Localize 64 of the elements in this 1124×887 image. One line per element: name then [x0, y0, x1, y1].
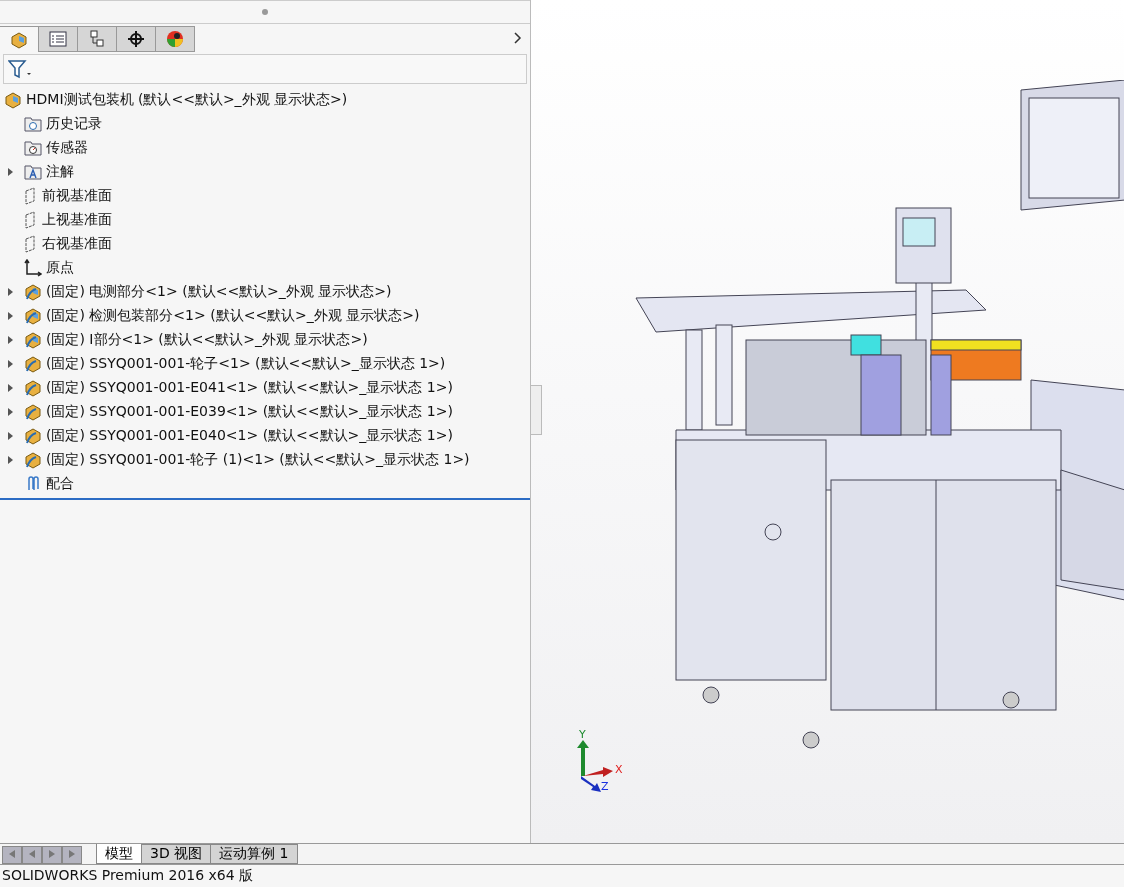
hierarchy-icon: [88, 30, 106, 48]
tree-item-label[interactable]: 上视基准面: [42, 211, 112, 229]
expand-arrow-icon[interactable]: [8, 408, 14, 416]
plane-icon: [24, 187, 38, 205]
expand-arrow-icon[interactable]: [8, 360, 14, 368]
tree-item-label[interactable]: (固定) 电测部分<1> (默认<<默认>_外观 显示状态>): [46, 283, 392, 301]
tree-item-label[interactable]: (固定) I部分<1> (默认<<默认>_外观 显示状态>): [46, 331, 368, 349]
tree-item-label[interactable]: (固定) 检测包装部分<1> (默认<<默认>_外观 显示状态>): [46, 307, 420, 325]
list-icon: [49, 30, 67, 48]
tree-item-label[interactable]: (固定) SSYQ001-001-E041<1> (默认<<默认>_显示状态 1>): [46, 379, 453, 397]
triangle-icon: [68, 850, 76, 858]
part-icon: [24, 427, 42, 445]
filter-field[interactable]: [3, 54, 527, 84]
expand-arrow-icon[interactable]: [8, 384, 14, 392]
expand-arrow-icon[interactable]: [8, 336, 14, 344]
tree-item-label[interactable]: (固定) SSYQ001-001-轮子<1> (默认<<默认>_显示状态 1>): [46, 355, 446, 373]
triangle-icon: [28, 850, 36, 858]
panel-collapse-handle[interactable]: [531, 385, 542, 435]
part-icon: [24, 403, 42, 421]
tree-item-label[interactable]: 注解: [46, 163, 74, 181]
tree-item-label[interactable]: 配合: [46, 475, 74, 493]
folder-letter-icon: [24, 163, 42, 181]
status-text: SOLIDWORKS Premium 2016 x64 版: [2, 867, 254, 885]
tree-item-label[interactable]: (固定) SSYQ001-001-E039<1> (默认<<默认>_显示状态 1>): [46, 403, 453, 421]
splitter-handle[interactable]: [262, 9, 268, 15]
tree-item-label[interactable]: 原点: [46, 259, 74, 277]
folder-gauge-icon: [24, 139, 42, 157]
expand-arrow-icon[interactable]: [8, 288, 14, 296]
expand-arrow-icon[interactable]: [8, 168, 14, 176]
assembly-icon: [4, 91, 22, 109]
model-tab[interactable]: 运动算例 1: [210, 844, 298, 864]
model-tab[interactable]: 3D 视图: [141, 844, 212, 864]
expand-arrow-icon[interactable]: [8, 456, 14, 464]
subassembly-icon: [24, 307, 42, 325]
tree-item-label[interactable]: (固定) SSYQ001-001-E040<1> (默认<<默认>_显示状态 1>): [46, 427, 453, 445]
origin-axes-icon: [24, 259, 42, 277]
y-axis-label: Y: [579, 728, 586, 741]
subassembly-icon: [24, 331, 42, 349]
panel-tab[interactable]: [116, 26, 156, 52]
plane-icon: [24, 211, 38, 229]
folder-clock-icon: [24, 115, 42, 133]
part-icon: [24, 379, 42, 397]
tree-item-label[interactable]: (固定) SSYQ001-001-轮子 (1)<1> (默认<<默认>_显示状态 1>): [46, 451, 470, 469]
z-axis-label: Z: [601, 780, 609, 793]
expand-arrow-icon[interactable]: [8, 432, 14, 440]
tree-item-label[interactable]: 右视基准面: [42, 235, 112, 253]
part-icon: [24, 355, 42, 373]
filter-icon[interactable]: [8, 59, 32, 79]
tree-item-label[interactable]: HDMI测试包装机 (默认<<默认>_外观 显示状态>): [26, 91, 348, 109]
color-ball-icon: [166, 30, 184, 48]
cube-icon: [10, 30, 28, 49]
plane-icon: [24, 235, 38, 253]
expand-arrow-icon[interactable]: [8, 312, 14, 320]
triangle-icon: [48, 850, 56, 858]
part-icon: [24, 451, 42, 469]
model-tab[interactable]: 模型: [96, 844, 142, 864]
tree-item-label[interactable]: 历史记录: [46, 115, 102, 133]
subassembly-icon: [24, 283, 42, 301]
panel-tab[interactable]: [155, 26, 195, 52]
triangle-icon: [8, 850, 16, 858]
tree-item-label[interactable]: 传感器: [46, 139, 88, 157]
crosshair-icon: [127, 30, 145, 48]
tree-item-label[interactable]: 前视基准面: [42, 187, 112, 205]
x-axis-label: X: [615, 763, 623, 776]
